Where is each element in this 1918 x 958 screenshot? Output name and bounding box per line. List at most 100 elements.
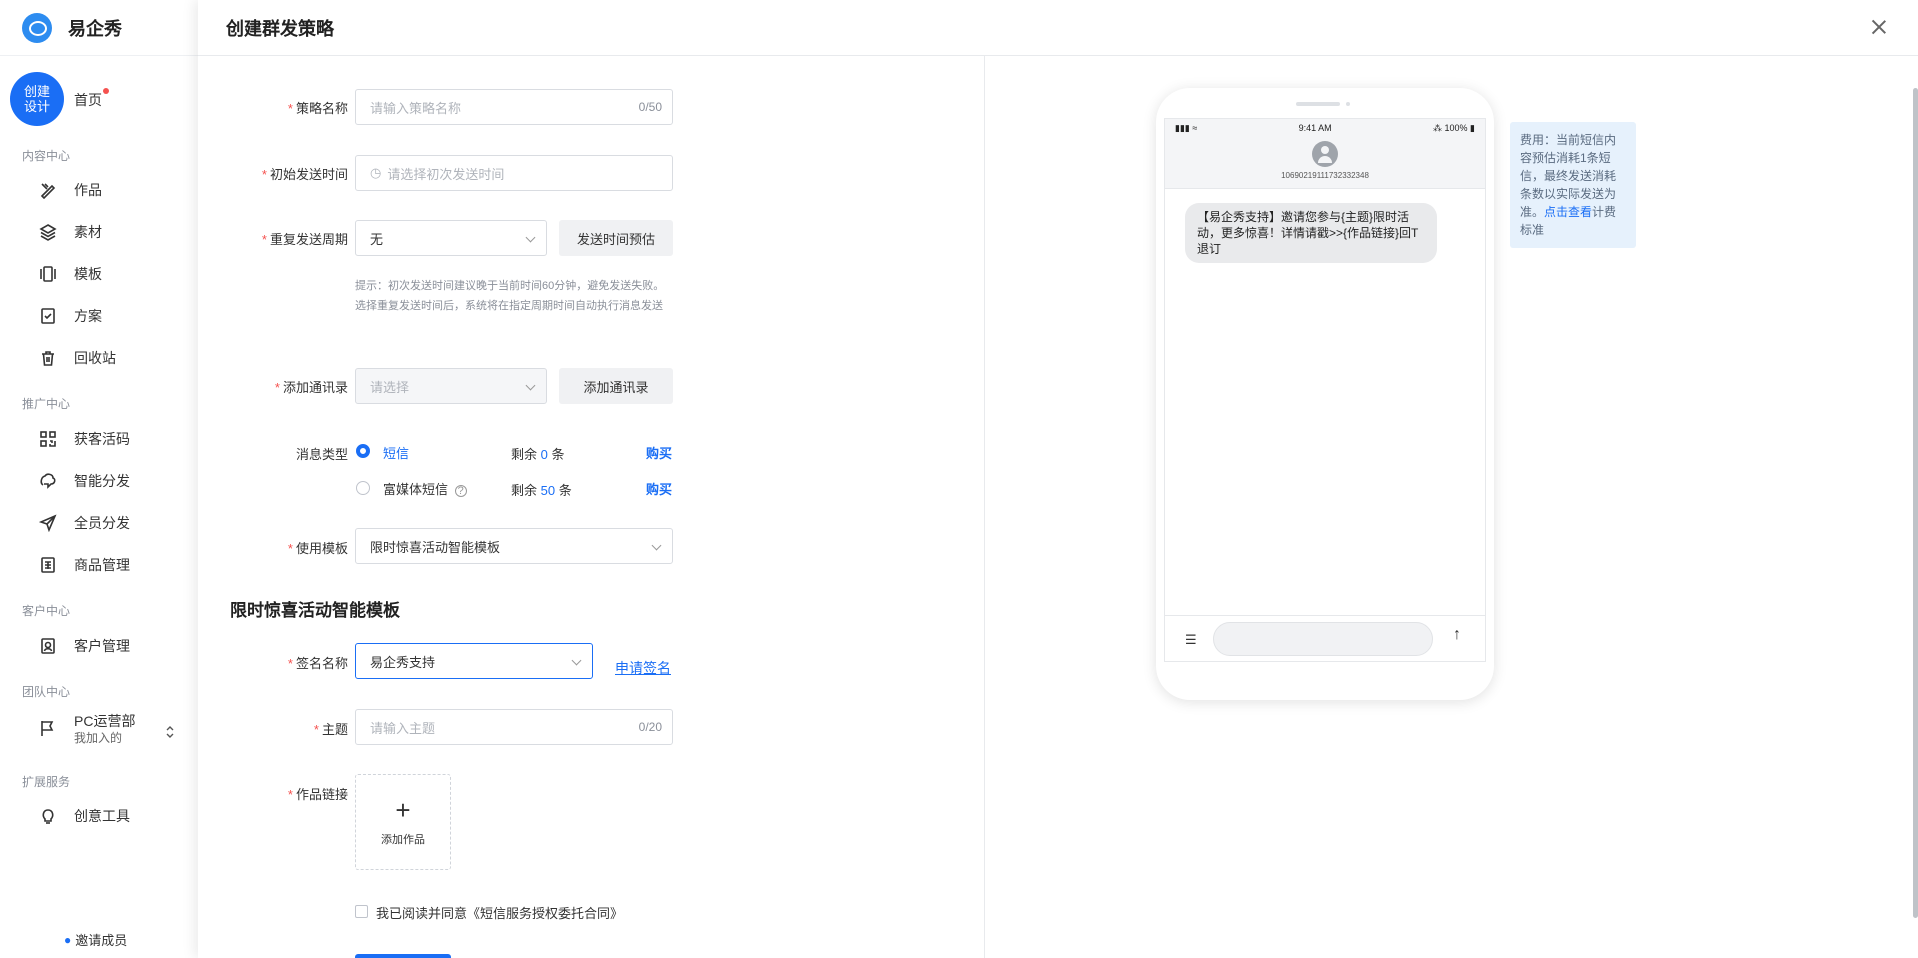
sidebar-item-materials[interactable]: 素材 — [38, 222, 102, 242]
work-link-label: * 作品链接 — [287, 787, 348, 802]
template-icon — [38, 264, 58, 284]
chevron-updown-icon[interactable] — [164, 724, 176, 740]
sidebar-item-product-management[interactable]: 商品管理 — [38, 555, 130, 575]
drawer-header: 创建群发策略 — [198, 0, 1918, 56]
list-icon: ☰ — [1185, 632, 1197, 647]
team-sub: 我加入的 — [74, 731, 123, 745]
agreement-text[interactable]: 我已阅读并同意《短信服务授权委托合同》 — [376, 903, 623, 922]
contacts-select[interactable]: 请选择 — [355, 368, 547, 404]
product-icon — [38, 555, 58, 575]
repeat-cycle-label: * 重复发送周期 — [261, 232, 348, 247]
send-time-estimate-button[interactable]: 发送时间预估 — [559, 220, 673, 256]
status-bar: ▮▮▮ ≈ 9:41 AM ⁂ 100% ▮ — [1165, 119, 1485, 137]
sidebar-item-home[interactable]: 首页 — [74, 90, 102, 110]
template-section-title: 限时惊喜活动智能模板 — [230, 601, 400, 620]
sidebar-item-label: 创意工具 — [74, 808, 130, 824]
sidebar-item-label: 智能分发 — [74, 473, 130, 489]
option-rich-sms-label: 富媒体短信 ? — [383, 479, 467, 498]
sidebar-item-label: 作品 — [74, 182, 102, 198]
team-name: PC运营部 — [74, 713, 136, 729]
team-switcher[interactable]: PC运营部 我加入的 — [38, 712, 135, 746]
invite-label: 邀请成员 — [75, 933, 128, 948]
sidebar-item-creative-tools[interactable]: 创意工具 — [38, 806, 130, 826]
rich-sms-remaining: 剩余 50 条 — [511, 483, 572, 498]
sidebar-item-smart-distribution[interactable]: 智能分发 — [38, 471, 130, 491]
sidebar-item-label: 模板 — [74, 266, 102, 282]
sidebar-item-label: 商品管理 — [74, 557, 130, 573]
create-strategy-drawer: 创建群发策略 * 策略名称 请输入策略名称 0/50 * 初始发送时间 ◷ 请选择初… — [198, 0, 1918, 958]
sidebar-item-label: 方案 — [74, 308, 102, 324]
agreement-checkbox[interactable] — [355, 905, 368, 918]
send-time-hint: 提示：初次发送时间建议晚于当前时间60分钟，避免发送失败。选择重复发送时间后，系… — [355, 280, 665, 312]
brain-icon — [38, 471, 58, 491]
subject-label: * 主题 — [313, 722, 348, 737]
signal-icon: ▮▮▮ ≈ — [1175, 122, 1198, 133]
checklist-icon — [38, 306, 58, 326]
strategy-name-label: * 策略名称 — [287, 101, 348, 116]
add-contacts-button[interactable]: 添加通讯录 — [559, 368, 673, 404]
signature-label: * 签名名称 — [287, 656, 348, 671]
submit-button[interactable] — [355, 954, 451, 958]
add-work-label: 添加作品 — [381, 834, 425, 846]
chevron-down-icon — [525, 232, 536, 243]
message-type-label: 消息类型 — [295, 447, 348, 462]
flag-icon — [38, 719, 58, 739]
brand-name: 易企秀 — [68, 18, 122, 39]
first-send-time-label: * 初始发送时间 — [261, 167, 348, 182]
drawer-title: 创建群发策略 — [226, 18, 334, 39]
layers-icon — [38, 222, 58, 242]
close-icon[interactable] — [1870, 18, 1888, 36]
sms-remaining: 剩余 0 条 — [511, 447, 565, 462]
contact-header: 10690219111732332348 — [1165, 137, 1485, 189]
template-select[interactable]: 限时惊喜活动智能模板 — [355, 528, 673, 564]
fee-note: 费用：当前短信内容预估消耗1条短信，最终发送消耗条数以实际发送为准。点击查看计费… — [1510, 122, 1636, 248]
first-send-time-picker[interactable]: ◷ 请选择初次发送时间 — [355, 155, 673, 191]
section-title-promotion: 推广中心 — [22, 397, 71, 411]
qrcode-icon — [38, 429, 58, 449]
sidebar-item-works[interactable]: 作品 — [38, 180, 102, 200]
chevron-down-icon — [651, 540, 662, 551]
create-design-button[interactable]: 创建设计 — [10, 72, 64, 126]
section-title-extensions: 扩展服务 — [22, 775, 71, 789]
repeat-cycle-select[interactable]: 无 — [355, 220, 547, 256]
sidebar-item-label: 客户管理 — [74, 638, 130, 654]
battery-status: ⁂ 100% ▮ — [1433, 122, 1475, 133]
view-billing-link[interactable]: 点击查看 — [1544, 205, 1592, 219]
subject-counter: 0/20 — [638, 720, 662, 734]
buy-sms-button[interactable]: 购买 — [646, 443, 672, 462]
message-field — [1213, 622, 1433, 656]
sidebar-item-label: 回收站 — [74, 350, 116, 366]
phone-speaker — [1296, 102, 1340, 106]
sidebar-item-recycle-bin[interactable]: 回收站 — [38, 348, 116, 368]
sidebar: 易企秀 创建设计 首页 内容中心 作品 素材 模板 方案 回收站 推广中心 获客… — [0, 0, 198, 958]
sidebar-item-customer-management[interactable]: 客户管理 — [38, 636, 130, 656]
section-title-content: 内容中心 — [22, 149, 71, 163]
add-work-upload[interactable]: + 添加作品 — [355, 774, 451, 870]
radio-sms[interactable] — [356, 444, 370, 458]
pencil-ruler-icon — [38, 180, 58, 200]
help-icon[interactable]: ? — [454, 485, 467, 497]
buy-rich-sms-button[interactable]: 购买 — [646, 479, 672, 498]
sidebar-item-lead-qrcode[interactable]: 获客活码 — [38, 429, 130, 449]
subject-input[interactable]: 请输入主题 0/20 — [355, 709, 673, 745]
brand[interactable]: 易企秀 — [0, 0, 198, 56]
apply-signature-link[interactable]: 申请签名 — [615, 658, 671, 678]
strategy-name-counter: 0/50 — [638, 100, 662, 114]
send-icon — [38, 513, 58, 533]
strategy-name-input[interactable]: 请输入策略名称 0/50 — [355, 89, 673, 125]
sidebar-item-label: 素材 — [74, 224, 102, 240]
trash-icon — [38, 348, 58, 368]
phone-screen: ▮▮▮ ≈ 9:41 AM ⁂ 100% ▮ 10690219111732332… — [1164, 118, 1486, 662]
sidebar-item-templates[interactable]: 模板 — [38, 264, 102, 284]
sidebar-item-label: 全员分发 — [74, 515, 130, 531]
avatar-icon — [1312, 141, 1338, 167]
invite-member-button[interactable]: ● 邀请成员 — [64, 930, 127, 949]
scrollbar[interactable] — [1913, 88, 1918, 918]
signature-select[interactable]: 易企秀支持 — [355, 643, 593, 679]
radio-rich-sms[interactable] — [356, 481, 370, 495]
sidebar-item-plans[interactable]: 方案 — [38, 306, 102, 326]
section-title-team: 团队中心 — [22, 685, 71, 699]
sidebar-item-staff-distribution[interactable]: 全员分发 — [38, 513, 130, 533]
notification-dot — [103, 88, 109, 94]
phone-camera — [1346, 102, 1350, 106]
